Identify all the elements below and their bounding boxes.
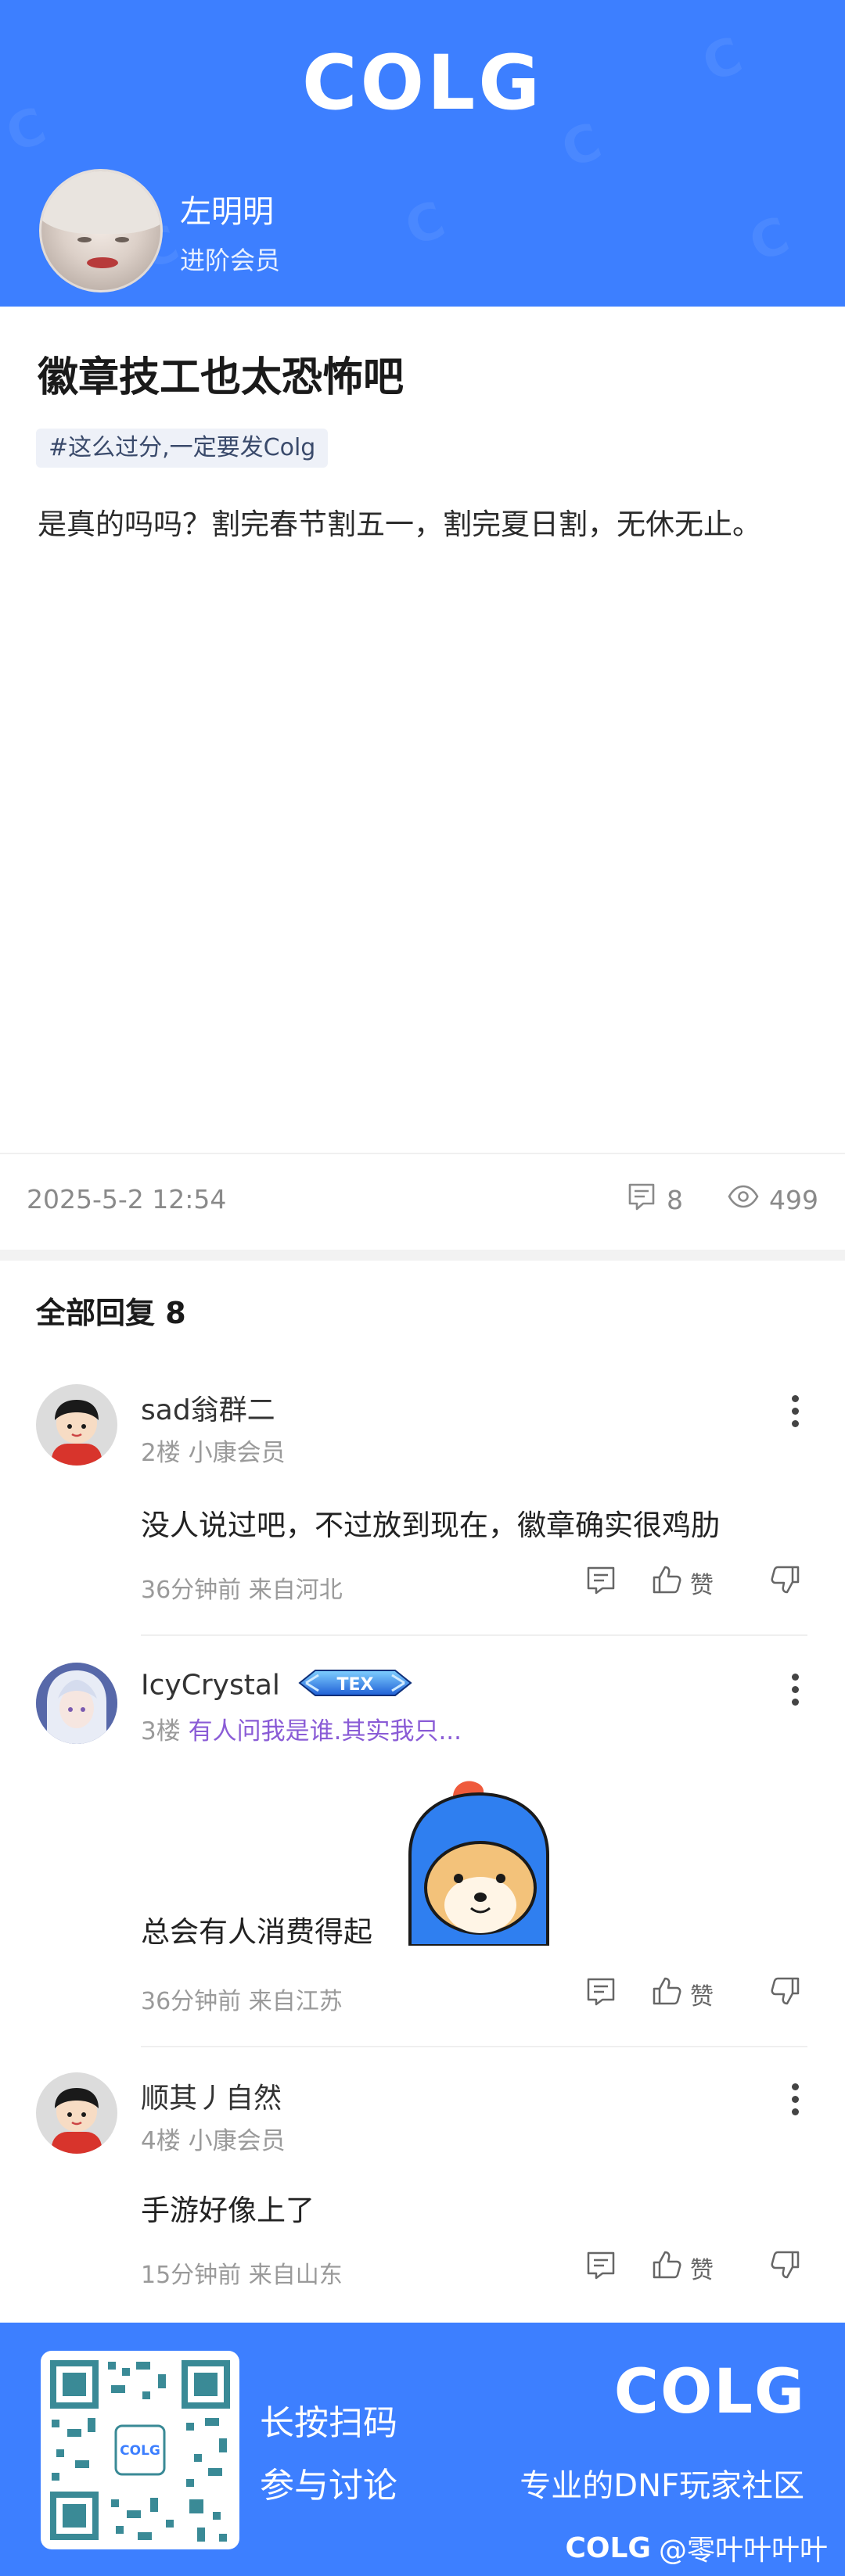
more-options-icon[interactable] xyxy=(792,1395,801,1433)
reply-icon xyxy=(584,1974,618,2015)
floor-number: 4楼 xyxy=(141,2127,181,2155)
colg-logo: COLG xyxy=(613,2357,806,2427)
view-count-value: 499 xyxy=(769,1184,818,1215)
dislike-button[interactable] xyxy=(768,2248,803,2288)
svg-text:TEX: TEX xyxy=(337,1675,374,1695)
comment-time: 36分钟前 xyxy=(141,1577,242,1604)
comment-meta: 36分钟前 来自河北 xyxy=(141,1570,343,1605)
slogan: 专业的DNF玩家社区 xyxy=(520,2468,804,2504)
replies-header: 全部回复 8 xyxy=(36,1296,186,1330)
like-label: 赞 xyxy=(690,1983,714,2011)
comment-actions: 赞 xyxy=(552,2248,803,2288)
reply-button[interactable] xyxy=(584,1974,618,2015)
comment-count[interactable]: 8 xyxy=(626,1181,683,1218)
comment-actions: 赞 xyxy=(552,1562,803,1603)
comment-text: 没人说过吧，不过放到现在，徽章确实很鸡肋 xyxy=(141,1509,720,1542)
member-level: 小康会员 xyxy=(188,1439,286,1467)
comment-time: 15分钟前 xyxy=(141,2262,242,2289)
commenter-avatar[interactable] xyxy=(36,1663,117,1744)
post-stats: 8 499 xyxy=(626,1181,818,1218)
comment-meta: 36分钟前 来自江苏 xyxy=(141,1982,343,2016)
comment-meta: 15分钟前 来自山东 xyxy=(141,2255,343,2290)
reply-button[interactable] xyxy=(584,1562,618,1603)
watermark: C xyxy=(742,206,797,274)
thumbs-down-icon xyxy=(768,1974,803,2015)
qr-code[interactable]: COLG xyxy=(41,2351,239,2549)
like-label: 赞 xyxy=(690,2257,714,2284)
post-title: 徽章技工也太恐怖吧 xyxy=(38,354,405,401)
dislike-button[interactable] xyxy=(768,1562,803,1603)
comment-count-value: 8 xyxy=(667,1184,683,1215)
author-avatar[interactable] xyxy=(39,169,163,292)
floor-number: 3楼 xyxy=(141,1717,181,1745)
comment-divider xyxy=(141,2046,807,2047)
like-label: 赞 xyxy=(690,1572,714,1599)
share-credit: COLG @零叶叶叶叶 xyxy=(565,2528,828,2568)
view-count: 499 xyxy=(727,1181,818,1218)
commenter-name[interactable]: IcyCrystal TEX xyxy=(141,1666,414,1707)
comment-location: 来自山东 xyxy=(248,2262,343,2289)
comment-text: 总会有人消费得起 xyxy=(141,1915,372,1949)
reply-button[interactable] xyxy=(584,2248,618,2288)
thumbs-down-icon xyxy=(768,1562,803,1603)
commenter-meta: 2楼 小康会员 xyxy=(141,1433,286,1468)
post-datetime: 2025-5-2 12:54 xyxy=(27,1184,227,1214)
like-button[interactable]: 赞 xyxy=(649,1562,714,1603)
comment-icon xyxy=(626,1181,657,1218)
eye-icon xyxy=(727,1181,760,1218)
svg-text:COLG: COLG xyxy=(120,2443,160,2459)
section-separator xyxy=(0,1250,845,1261)
comment-location: 来自江苏 xyxy=(248,1988,343,2015)
sticker-image xyxy=(399,1780,559,1947)
comment-location: 来自河北 xyxy=(248,1577,343,1604)
like-button[interactable]: 赞 xyxy=(649,1974,714,2015)
like-button[interactable]: 赞 xyxy=(649,2248,714,2288)
dislike-button[interactable] xyxy=(768,1974,803,2015)
commenter-name[interactable]: 顺其丿自然 xyxy=(141,2076,282,2116)
user-signature: 有人问我是谁.其实我只... xyxy=(188,1717,462,1745)
user-badge: TEX xyxy=(297,1666,414,1707)
author-name[interactable]: 左明明 xyxy=(180,186,274,231)
post-body: 是真的吗吗？割完春节割五一，割完夏日割，无休无止。 xyxy=(38,508,761,541)
share-username: @零叶叶叶叶 xyxy=(658,2535,828,2567)
colg-logo: COLG xyxy=(301,39,544,127)
reply-icon xyxy=(584,1562,618,1603)
colg-mini-logo: COLG xyxy=(565,2531,651,2564)
comment-actions: 赞 xyxy=(552,1974,803,2015)
more-options-icon[interactable] xyxy=(792,1674,801,1711)
comment-time: 36分钟前 xyxy=(141,1988,242,2015)
share-footer: COLG 长按扫码 参与讨论 COLG 专业的DNF玩家社区 COLG @零叶叶… xyxy=(0,2323,845,2576)
scan-cta-line1: 长按扫码 xyxy=(260,2403,397,2443)
thumbs-up-icon xyxy=(649,2248,684,2288)
thumbs-up-icon xyxy=(649,1974,684,2015)
scan-cta-line2: 参与讨论 xyxy=(260,2466,397,2506)
member-level: 小康会员 xyxy=(188,2127,286,2155)
floor-number: 2楼 xyxy=(141,1439,181,1467)
thumbs-down-icon xyxy=(768,2248,803,2288)
commenter-meta: 3楼 有人问我是谁.其实我只... xyxy=(141,1711,462,1746)
thumbs-up-icon xyxy=(649,1562,684,1603)
page-header: C C C C C C COLG 左明明 进阶会员 xyxy=(0,0,845,307)
commenter-meta: 4楼 小康会员 xyxy=(141,2121,286,2156)
commenter-name[interactable]: sad翁群二 xyxy=(141,1387,275,1428)
more-options-icon[interactable] xyxy=(792,2083,801,2121)
divider xyxy=(0,1153,845,1154)
reply-icon xyxy=(584,2248,618,2288)
commenter-avatar[interactable] xyxy=(36,2072,117,2154)
comment-divider xyxy=(141,1634,807,1636)
commenter-avatar[interactable] xyxy=(36,1384,117,1466)
author-level: 进阶会员 xyxy=(180,246,281,275)
watermark: C xyxy=(397,191,453,258)
topic-tag[interactable]: #这么过分,一定要发Colg xyxy=(36,429,329,468)
comment-text: 手游好像上了 xyxy=(141,2194,315,2227)
